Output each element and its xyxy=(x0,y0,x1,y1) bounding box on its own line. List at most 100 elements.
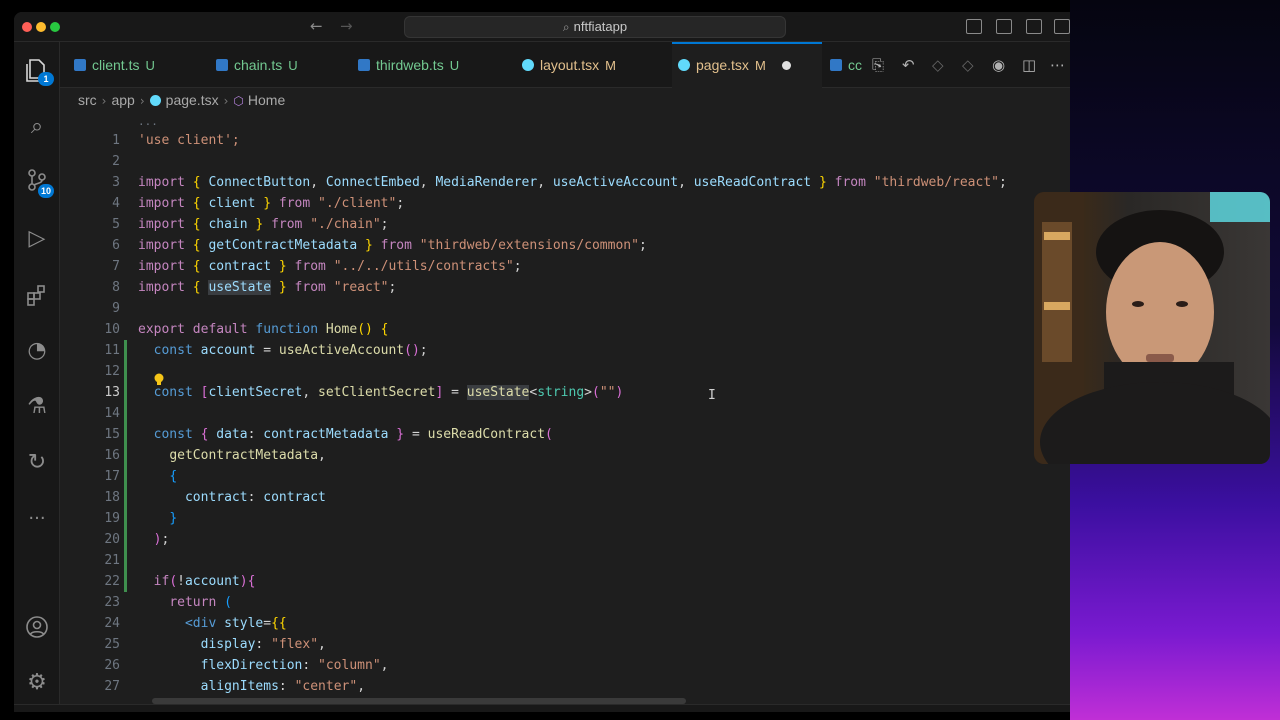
code-token: 'use client'; xyxy=(138,133,240,148)
code-token: { xyxy=(192,238,209,253)
modified-line-gutter-marker[interactable] xyxy=(124,340,127,361)
modified-line-gutter-marker[interactable] xyxy=(124,361,127,382)
explorer-icon[interactable]: 1 xyxy=(22,56,54,86)
breadcrumb-file[interactable]: page.tsx xyxy=(166,92,219,108)
code-token: } xyxy=(247,217,264,232)
code-token: } xyxy=(271,280,287,295)
code-token: { xyxy=(192,217,209,232)
modified-line-gutter-marker[interactable] xyxy=(124,487,127,508)
code-editor[interactable]: ··· 1'use client'; 2 3 import { ConnectButt… xyxy=(60,116,1070,694)
code-text: contract: contract xyxy=(138,487,326,508)
tab-status: M xyxy=(605,58,616,73)
run-debug-icon[interactable]: ▷ xyxy=(22,224,52,254)
go-back-change-icon[interactable]: ↶ xyxy=(902,56,915,74)
code-token: clientSecret xyxy=(208,385,303,400)
symbol-function-icon: ⬡ xyxy=(233,94,244,108)
code-text: <div style={{ xyxy=(138,613,287,634)
code-token: "./chain" xyxy=(310,217,381,232)
next-change-icon[interactable]: ◇ xyxy=(962,56,974,74)
tab-client-ts[interactable]: client.ts U xyxy=(74,42,155,88)
remote-share-icon[interactable]: ↻ xyxy=(22,448,52,478)
modified-line-gutter-marker[interactable] xyxy=(124,403,127,424)
toggle-panel-icon[interactable] xyxy=(996,19,1012,34)
code-token: setClientSecret xyxy=(318,385,436,400)
tab-chain-ts[interactable]: chain.ts U xyxy=(216,42,298,88)
code-token: = xyxy=(263,616,272,631)
code-token: {{ xyxy=(271,616,287,631)
search-icon[interactable]: ⌕ xyxy=(22,112,52,142)
settings-gear-icon[interactable]: ⚙ xyxy=(22,668,52,698)
modified-line-gutter-marker[interactable] xyxy=(124,424,127,445)
code-token: getContractMetadata xyxy=(208,238,358,253)
modified-line-gutter-marker[interactable] xyxy=(124,382,127,403)
zoom-window-button[interactable] xyxy=(50,22,60,32)
breadcrumb-symbol[interactable]: Home xyxy=(248,92,285,108)
code-token: ConnectButton xyxy=(208,175,311,190)
code-token: } xyxy=(255,196,272,211)
modified-line-gutter-marker[interactable] xyxy=(124,466,127,487)
compare-changes-icon[interactable]: ⎘ xyxy=(872,56,884,74)
toggle-secondary-sidebar-icon[interactable] xyxy=(1026,19,1042,34)
code-token: display xyxy=(200,637,256,652)
vscode-window: ← → ⌕ nftfiatapp 1 ⌕ 10 ▷ ◔ ⚗ ↻ ··· ⚙ cl… xyxy=(14,12,1070,712)
testing-icon[interactable]: ⚗ xyxy=(22,392,52,422)
line-number: 2 xyxy=(112,154,120,169)
code-token: ConnectEmbed xyxy=(325,175,420,190)
more-views-icon[interactable]: ··· xyxy=(22,504,52,534)
source-control-icon[interactable]: 10 xyxy=(22,168,54,198)
tab-layout-tsx[interactable]: layout.tsx M xyxy=(522,42,616,88)
unsaved-dot-icon[interactable] xyxy=(781,61,791,70)
minimize-window-button[interactable] xyxy=(36,22,46,32)
modified-line-gutter-marker[interactable] xyxy=(124,445,127,466)
command-center-search[interactable]: ⌕ nftfiatapp xyxy=(404,16,786,38)
code-token: { xyxy=(200,427,217,442)
code-token: default xyxy=(192,322,256,337)
breadcrumb-app[interactable]: app xyxy=(111,92,134,108)
code-token: , xyxy=(318,637,326,652)
lightbulb-icon[interactable] xyxy=(152,372,166,386)
code-token: import xyxy=(138,175,193,190)
code-text: import { ConnectButton, ConnectEmbed, Me… xyxy=(138,172,1007,193)
code-token: } xyxy=(357,238,373,253)
breadcrumb-src[interactable]: src xyxy=(78,92,97,108)
tab-thirdweb-ts[interactable]: thirdweb.ts U xyxy=(358,42,459,88)
tab-page-tsx[interactable]: page.tsx M xyxy=(672,42,822,88)
line-number: 5 xyxy=(112,217,120,232)
line-number: 4 xyxy=(112,196,120,211)
timeline-icon[interactable]: ◉ xyxy=(992,56,1005,74)
code-text: export default function Home() { xyxy=(138,319,389,340)
modified-line-gutter-marker[interactable] xyxy=(124,508,127,529)
code-token: { xyxy=(192,280,209,295)
extensions-icon[interactable] xyxy=(22,280,52,310)
tab-overflow[interactable]: cc xyxy=(830,42,862,88)
split-editor-icon[interactable]: ◫ xyxy=(1022,56,1036,74)
back-arrow-icon[interactable]: ← xyxy=(310,17,323,35)
code-token: } xyxy=(811,175,827,190)
customize-layout-icon[interactable] xyxy=(1054,19,1070,34)
modified-line-gutter-marker[interactable] xyxy=(124,550,127,571)
more-actions-icon[interactable]: ⋯ xyxy=(1050,56,1065,74)
code-token: <div xyxy=(184,616,225,631)
code-text: return ( xyxy=(138,592,232,613)
code-token: ( xyxy=(224,595,232,610)
line-number: 6 xyxy=(112,238,120,253)
accounts-icon[interactable] xyxy=(22,612,52,642)
close-window-button[interactable] xyxy=(22,22,32,32)
code-token: "thirdweb/react" xyxy=(873,175,999,190)
modified-line-gutter-marker[interactable] xyxy=(124,529,127,550)
status-bar xyxy=(14,704,1070,712)
previous-change-icon[interactable]: ◇ xyxy=(932,56,944,74)
chevron-right-icon: › xyxy=(101,94,107,108)
chevron-right-icon: › xyxy=(223,94,229,108)
toggle-primary-sidebar-icon[interactable] xyxy=(966,19,982,34)
forward-arrow-icon[interactable]: → xyxy=(340,17,353,35)
code-token: ( xyxy=(545,427,553,442)
code-token: { xyxy=(192,175,209,190)
line-number: 21 xyxy=(104,553,120,568)
remote-explorer-icon[interactable]: ◔ xyxy=(22,336,52,366)
code-text: import { contract } from "../../utils/co… xyxy=(138,256,522,277)
modified-line-gutter-marker[interactable] xyxy=(124,571,127,592)
